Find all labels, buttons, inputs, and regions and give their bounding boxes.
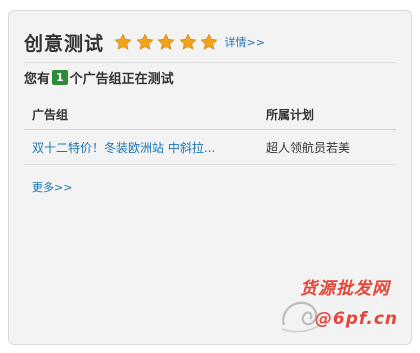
column-header-plan: 所属计划 <box>266 107 315 122</box>
ad-group-cell: 双十二特价！冬装欧洲站 中斜拉... <box>24 139 258 156</box>
star-icon <box>157 33 175 50</box>
table-row: 双十二特价！冬装欧洲站 中斜拉... 超人领航员若美 <box>24 130 396 165</box>
panel-header: 创意测试 详情>> <box>24 29 265 55</box>
ad-group-table: 广告组 所属计划 双十二特价！冬装欧洲站 中斜拉... 超人领航员若美 <box>24 99 396 165</box>
summary-prefix: 您有 <box>24 72 51 87</box>
header-divider <box>24 62 396 63</box>
panel-title: 创意测试 <box>24 32 105 55</box>
star-icon <box>114 33 132 50</box>
summary-suffix: 个广告组正在测试 <box>69 72 174 87</box>
plan-cell: 超人领航员若美 <box>266 140 351 155</box>
star-icon <box>200 33 218 50</box>
ad-group-link[interactable]: 双十二特价！冬装欧洲站 中斜拉... <box>32 141 215 155</box>
table-header: 广告组 所属计划 <box>24 99 396 130</box>
column-header-ad-group: 广告组 <box>32 107 69 122</box>
star-rating <box>114 33 222 51</box>
site-watermark: 货源批发网 @6pf.cn <box>278 273 408 341</box>
star-icon <box>178 33 197 50</box>
watermark-url: @6pf.cn <box>314 309 398 329</box>
details-link[interactable]: 详情>> <box>225 34 265 50</box>
test-summary: 您有 1 个广告组正在测试 <box>24 68 174 87</box>
star-icon <box>135 33 154 50</box>
more-link[interactable]: 更多>> <box>32 179 72 195</box>
watermark-title: 货源批发网 <box>300 279 390 299</box>
ad-group-count-badge: 1 <box>52 70 68 85</box>
